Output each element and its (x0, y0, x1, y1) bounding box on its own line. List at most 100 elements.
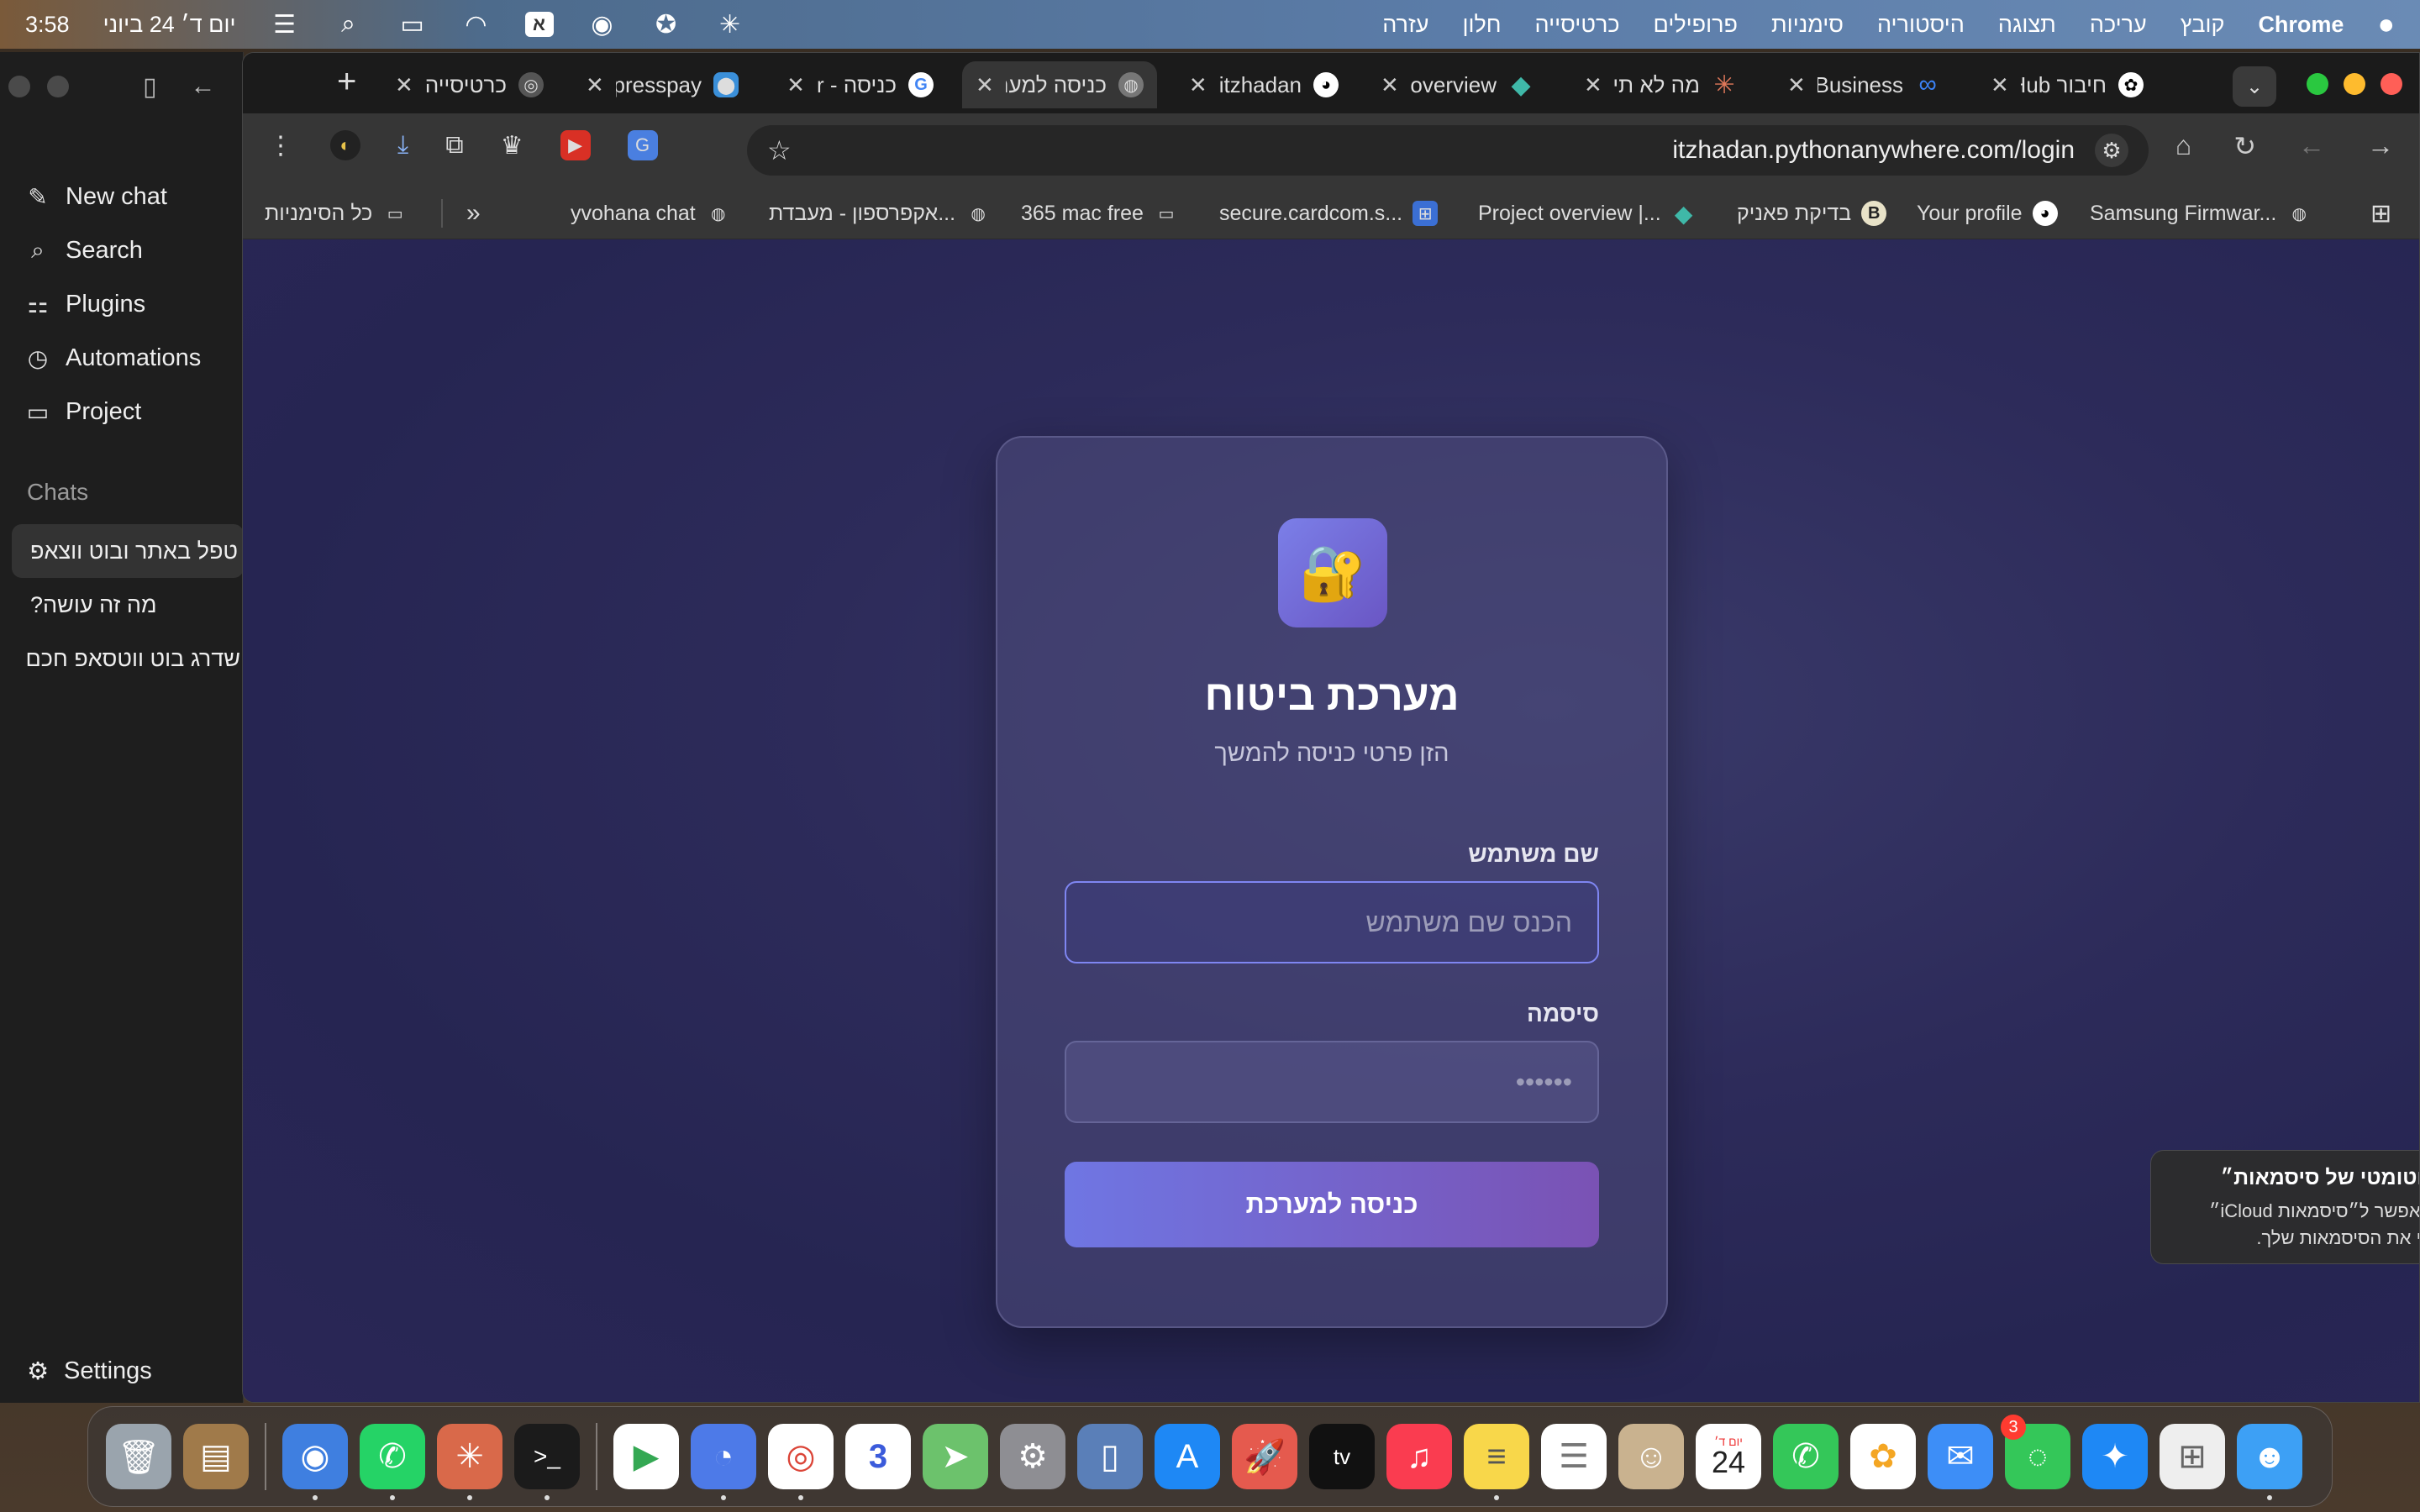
dock-finder-helper[interactable]: ◉ (276, 1418, 354, 1500)
dock-terminal[interactable]: >_ (508, 1418, 586, 1500)
bookmark-item[interactable]: אקפרספון - מעבדת... ◍ (769, 199, 991, 228)
tab-close-icon[interactable]: ✕ (1381, 72, 1399, 98)
back-arrow-icon[interactable]: ← (2298, 130, 2325, 162)
tab-close-icon[interactable]: ✕ (1787, 72, 1806, 98)
window-minimize-button[interactable] (47, 76, 69, 97)
tab-search-button[interactable]: ⌄ (2233, 66, 2276, 107)
bookmarks-overflow-button[interactable]: » (466, 199, 481, 228)
dock-phone[interactable]: ✆ (1767, 1418, 1844, 1495)
dock-music[interactable]: ♫ (1381, 1418, 1458, 1495)
menu-profiles[interactable]: פרופילים (1654, 12, 1738, 38)
menu-history[interactable]: היסטוריה (1877, 12, 1965, 38)
site-info-icon[interactable]: ⚙ (2095, 134, 2128, 167)
chat-list-item[interactable]: טפל באתר ובוט ווצאפ (12, 524, 244, 578)
download-icon[interactable]: ⤓ (397, 131, 408, 160)
menu-bookmarks[interactable]: סימניות (1771, 12, 1844, 38)
dock-photos[interactable]: ✿ (1844, 1418, 1922, 1495)
icloud-passwords-notification[interactable]: 🔑 הפעלת ״מילוי אוטומטי של סיסמאות״ ניתן … (2150, 1150, 2419, 1264)
claude-status-icon[interactable]: ✳ (715, 10, 745, 39)
tab-close-icon[interactable]: ✕ (976, 72, 994, 98)
settings-button[interactable]: ⚙ Settings (27, 1357, 152, 1386)
control-center-icon[interactable]: ☰ (270, 10, 300, 39)
sidebar-item-new-chat[interactable]: ✎ New chat (25, 170, 235, 223)
screen-mirroring-icon[interactable]: ▭ (397, 10, 428, 39)
more-menu-icon[interactable]: ⋮ (268, 131, 293, 160)
menu-help[interactable]: עזרה (1382, 12, 1428, 38)
profile-avatar-icon[interactable]: ◐ (330, 130, 360, 160)
dock-finder[interactable]: ☻ (2231, 1418, 2308, 1500)
dock-contacts[interactable]: ☺ (1612, 1418, 1690, 1495)
bookmark-item[interactable]: yvohana chat ◍ (571, 199, 731, 228)
menu-edit[interactable]: עריכה (2090, 12, 2147, 38)
bookmark-item[interactable]: Samsung Firmwar... ◍ (2090, 199, 2312, 228)
focus-icon[interactable]: ◉ (587, 10, 618, 39)
menu-view[interactable]: תצוגה (1998, 12, 2056, 38)
extension-translate-icon[interactable]: G (627, 130, 658, 160)
login-button[interactable]: כניסה למערכת (1065, 1162, 1599, 1247)
all-bookmarks-button[interactable]: כל הסימניות ▭ (265, 199, 408, 228)
window-close-button[interactable] (2381, 73, 2402, 95)
bookmark-item[interactable]: Project overview |... ◆ (1478, 199, 1697, 228)
window-close-button[interactable] (8, 76, 30, 97)
extension-tampermonkey-icon[interactable]: ♛ (501, 131, 523, 160)
dock-trash[interactable]: 🗑 (100, 1418, 177, 1495)
forward-arrow-icon[interactable]: → (2367, 130, 2394, 162)
dock-safari[interactable]: ✦ (2076, 1418, 2154, 1495)
tab-google-login[interactable]: G כניסה - r ✕ (767, 61, 947, 108)
tab-chatgpt-github[interactable]: ✿ חיבור GitHub ✕ (1977, 61, 2157, 108)
dock-google-play[interactable]: ▶ (608, 1418, 685, 1495)
dock-calendar[interactable]: יום ד׳ 24 (1690, 1418, 1767, 1495)
tab-active-login[interactable]: ◍ כניסה למערכת ✕ (962, 61, 1157, 108)
sidebar-item-search[interactable]: ⌕ Search (25, 223, 235, 277)
dock-messages-ai[interactable]: ◔ (685, 1418, 762, 1500)
menu-window[interactable]: חלון (1462, 12, 1501, 38)
dock-system-settings[interactable]: ⚙ (994, 1418, 1071, 1495)
sidebar-item-project[interactable]: ▭ Project (25, 385, 235, 438)
tab-expresspay[interactable]: ⬤ Expresspay ✕ (572, 61, 752, 108)
reload-icon[interactable]: ↻ (2233, 130, 2256, 162)
dock-reminders[interactable]: ☰ (1535, 1418, 1612, 1495)
menu-app-name[interactable]: Chrome (2258, 12, 2344, 38)
tab-close-icon[interactable]: ✕ (1991, 72, 2009, 98)
extensions-icon[interactable]: ⧉ (445, 131, 463, 160)
dock-claude[interactable]: ✳ (431, 1418, 508, 1500)
home-icon[interactable]: ⌂ (2175, 130, 2191, 162)
wifi-icon[interactable]: ◠ (461, 10, 492, 39)
url-text[interactable]: itzhadan.pythonanywhere.com/login (1672, 136, 2075, 165)
date[interactable]: יום ד׳ 24 ביוני (103, 12, 236, 38)
dock-launchpad[interactable]: ⊞ (2154, 1418, 2231, 1495)
tab-close-icon[interactable]: ✕ (395, 72, 413, 98)
sidebar-toggle-icon[interactable]: ▯ (143, 72, 157, 102)
tab-project-overview[interactable]: ◆ Project overview ✕ (1367, 61, 1547, 108)
dock-maps[interactable]: ➤ (917, 1418, 994, 1495)
apple-menu-icon[interactable]: ● (2377, 8, 2395, 41)
tab-github-itzhadan[interactable]: ◕ itzhadan ✕ (1172, 61, 1352, 108)
dock-archive[interactable]: ▤ (177, 1418, 255, 1495)
menu-tab[interactable]: כרטיסייה (1535, 12, 1620, 38)
dock-calculator[interactable]: 3 (839, 1418, 917, 1495)
dock-apple-tv[interactable]: tv (1303, 1418, 1381, 1495)
bookmark-item[interactable]: 365 mac free ▭ (1021, 199, 1179, 228)
username-input[interactable] (1065, 881, 1599, 963)
dock-app-store[interactable]: A (1149, 1418, 1226, 1495)
window-zoom-button[interactable] (2307, 73, 2328, 95)
dock-whatsapp[interactable]: ✆ (354, 1418, 431, 1500)
tab-claude[interactable]: ✳ מה לא תי ✕ (1570, 61, 1750, 108)
bookmark-item[interactable]: Your profile ◕ (1917, 199, 2058, 228)
dock-mail[interactable]: ✉ (1922, 1418, 1999, 1495)
new-tab-button[interactable]: + (337, 63, 356, 101)
clock[interactable]: 3:58 (25, 12, 70, 38)
menu-file[interactable]: קובץ (2181, 12, 2225, 38)
tab-close-icon[interactable]: ✕ (1584, 72, 1602, 98)
chat-list-item[interactable]: שדרג בוט ווטסאפ חכם (12, 632, 244, 685)
tab-close-icon[interactable]: ✕ (1189, 72, 1207, 98)
sidebar-item-plugins[interactable]: ⚏ Plugins (25, 277, 235, 331)
window-minimize-button[interactable] (2344, 73, 2365, 95)
back-arrow-icon[interactable]: ← (191, 72, 216, 102)
spotlight-icon[interactable]: ⌕ (334, 10, 364, 39)
input-source-icon[interactable]: א (524, 12, 554, 37)
sidebar-item-automations[interactable]: ◷ Automations (25, 331, 235, 385)
extension-red-icon[interactable]: ▶ (560, 130, 591, 160)
dock-messages[interactable]: ◌ 3 (1999, 1415, 2076, 1495)
bookmark-item[interactable]: בדיקת פאניק B (1737, 199, 1887, 228)
